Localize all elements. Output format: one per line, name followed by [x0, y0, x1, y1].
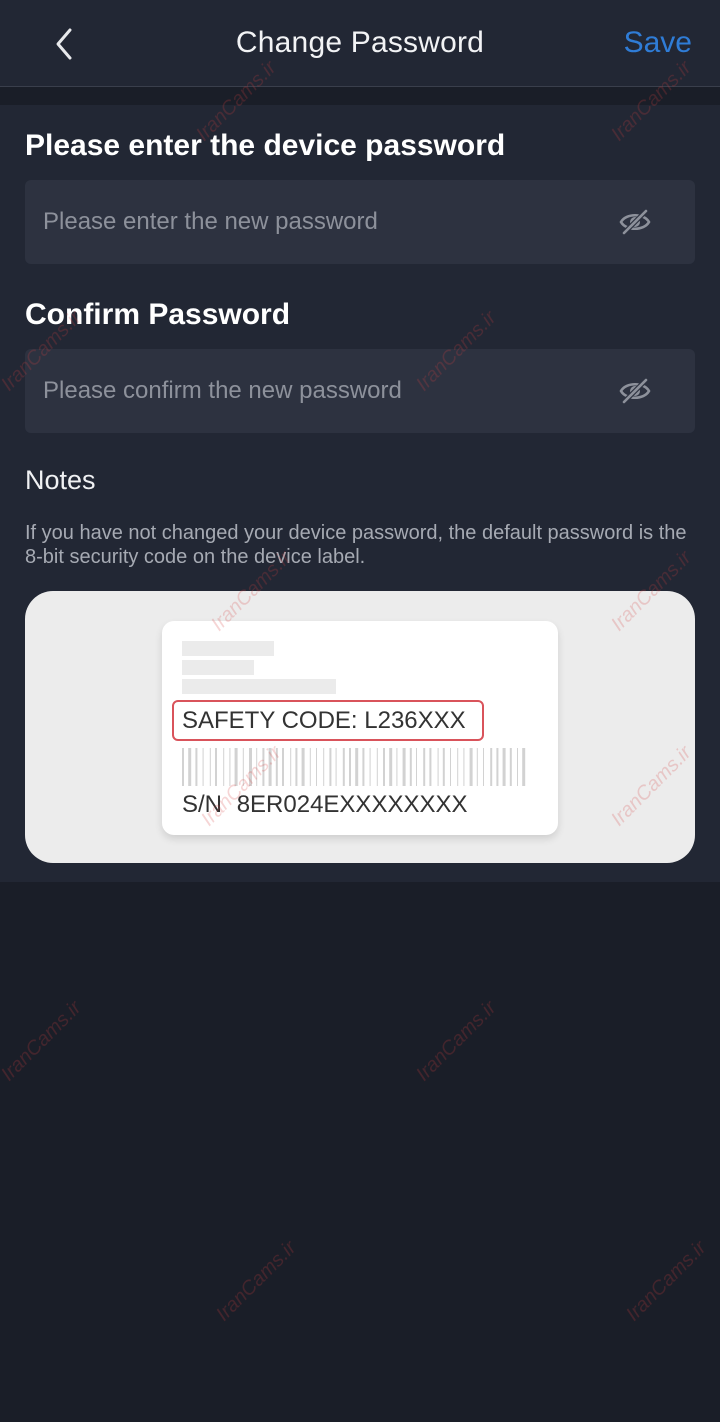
label-placeholder-line [182, 660, 254, 675]
label-placeholder-line [182, 679, 336, 694]
watermark: IranCams.ir [622, 1236, 711, 1326]
notes-text: If you have not changed your device pass… [25, 522, 687, 568]
serial-number-value: 8ER024EXXXXXXXX [236, 791, 468, 818]
eye-off-icon[interactable] [619, 377, 651, 405]
watermark: IranCams.ir [412, 996, 501, 1086]
new-password-input[interactable] [43, 180, 603, 264]
device-password-heading: Please enter the device password [25, 129, 506, 162]
safety-code-highlight: SAFETY CODE: L236XXX [172, 700, 484, 741]
new-password-field-container [25, 180, 695, 264]
watermark: IranCams.ir [0, 996, 86, 1086]
page-title: Change Password [235, 26, 485, 59]
serial-number-prefix: S/N [182, 791, 223, 818]
save-button[interactable]: Save [624, 26, 692, 60]
device-label-illustration: SAFETY CODE: L236XXX S/N 8ER024EXXXXXXXX [25, 591, 695, 863]
change-password-screen: Change Password Save Please enter the de… [0, 0, 720, 1422]
top-bar: Change Password Save [0, 0, 720, 87]
confirm-password-heading: Confirm Password [25, 298, 291, 331]
watermark: IranCams.ir [212, 1236, 301, 1326]
label-placeholder-line [182, 641, 274, 656]
confirm-password-input[interactable] [43, 349, 603, 433]
password-form: Please enter the device password Confirm… [0, 105, 720, 882]
device-label-card: SAFETY CODE: L236XXX S/N 8ER024EXXXXXXXX [162, 621, 558, 835]
serial-number: S/N 8ER024EXXXXXXXX [182, 791, 468, 819]
barcode-graphic [182, 748, 526, 786]
confirm-password-field-container [25, 349, 695, 433]
eye-off-icon[interactable] [619, 208, 651, 236]
notes-heading: Notes [25, 465, 96, 495]
